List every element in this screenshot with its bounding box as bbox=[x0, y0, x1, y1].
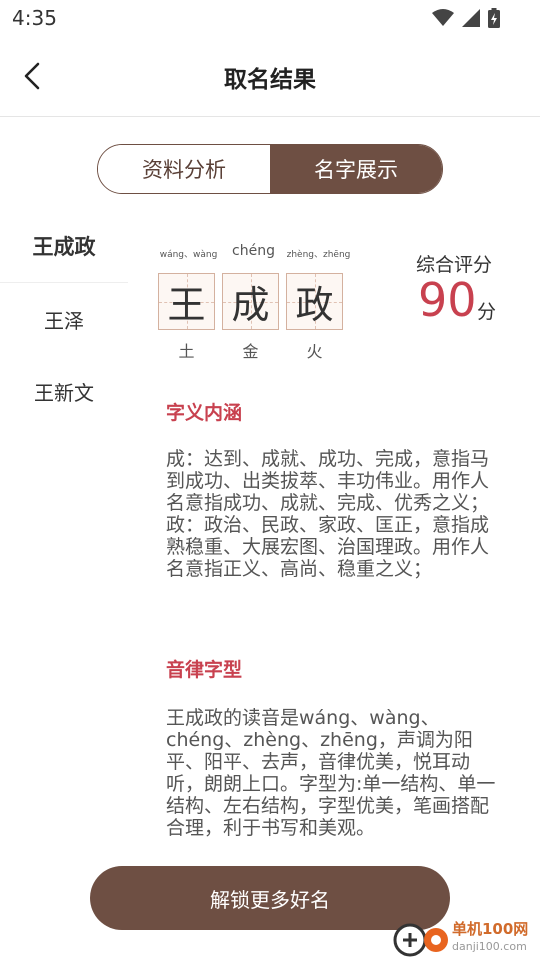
pinyin-label: chéng bbox=[232, 243, 275, 259]
section-title-meaning: 字义内涵 bbox=[166, 402, 243, 424]
status-bar: 4:35 bbox=[0, 0, 540, 36]
name-list-item[interactable]: 王新文 bbox=[0, 355, 128, 427]
status-icons bbox=[432, 8, 500, 28]
wifi-icon bbox=[432, 9, 454, 26]
score-unit: 分 bbox=[477, 301, 497, 323]
watermark-text: 单机100网 bbox=[452, 920, 529, 938]
section-text-phonetics: 王成政的读音是wáng、wàng、chéng、zhèng、zhēng，声调为阳平… bbox=[166, 707, 496, 839]
battery-charging-icon bbox=[488, 8, 500, 28]
name-list-item[interactable]: 王成政 bbox=[0, 210, 128, 283]
five-elements-row: 土 金 火 bbox=[158, 338, 343, 362]
score-value: 90 bbox=[418, 273, 477, 327]
page-title: 取名结果 bbox=[224, 67, 316, 93]
signal-icon bbox=[462, 9, 480, 27]
character: 政 bbox=[295, 283, 334, 327]
status-time: 4:35 bbox=[12, 6, 57, 30]
watermark-url: danji100.com bbox=[452, 940, 527, 953]
name-characters: 王 成 政 bbox=[158, 273, 343, 330]
gamepad-logo-icon bbox=[393, 923, 448, 957]
watermark-logo: 单机100网 danji100.com bbox=[390, 912, 540, 960]
element-label: 土 bbox=[178, 342, 195, 361]
character: 成 bbox=[231, 283, 270, 327]
section-title-phonetics: 音律字型 bbox=[166, 659, 243, 681]
pinyin-row: wáng、wàng chéng zhèng、zhēng bbox=[156, 243, 351, 260]
section-text-meaning: 成：达到、成就、成功、完成，意指马到成功、出类拔萃、丰功伟业。用作人名意指成功、… bbox=[166, 448, 490, 580]
character-box: 成 bbox=[222, 273, 279, 330]
pinyin-label: zhèng、zhēng bbox=[286, 250, 351, 260]
element-label: 金 bbox=[242, 342, 259, 361]
pinyin-label: wáng、wàng bbox=[159, 250, 218, 260]
element-label: 火 bbox=[306, 342, 323, 361]
tab-data-analysis[interactable]: 资料分析 bbox=[98, 145, 270, 193]
character-box: 政 bbox=[286, 273, 343, 330]
segmented-tabs: 资料分析 名字展示 bbox=[97, 144, 443, 194]
app-header: 取名结果 bbox=[0, 36, 540, 117]
tab-name-display[interactable]: 名字展示 bbox=[270, 145, 442, 193]
name-list-item[interactable]: 王泽 bbox=[0, 283, 128, 355]
character-box: 王 bbox=[158, 273, 215, 330]
name-list: 王成政 王泽 王新文 bbox=[0, 210, 128, 427]
character: 王 bbox=[167, 283, 206, 327]
